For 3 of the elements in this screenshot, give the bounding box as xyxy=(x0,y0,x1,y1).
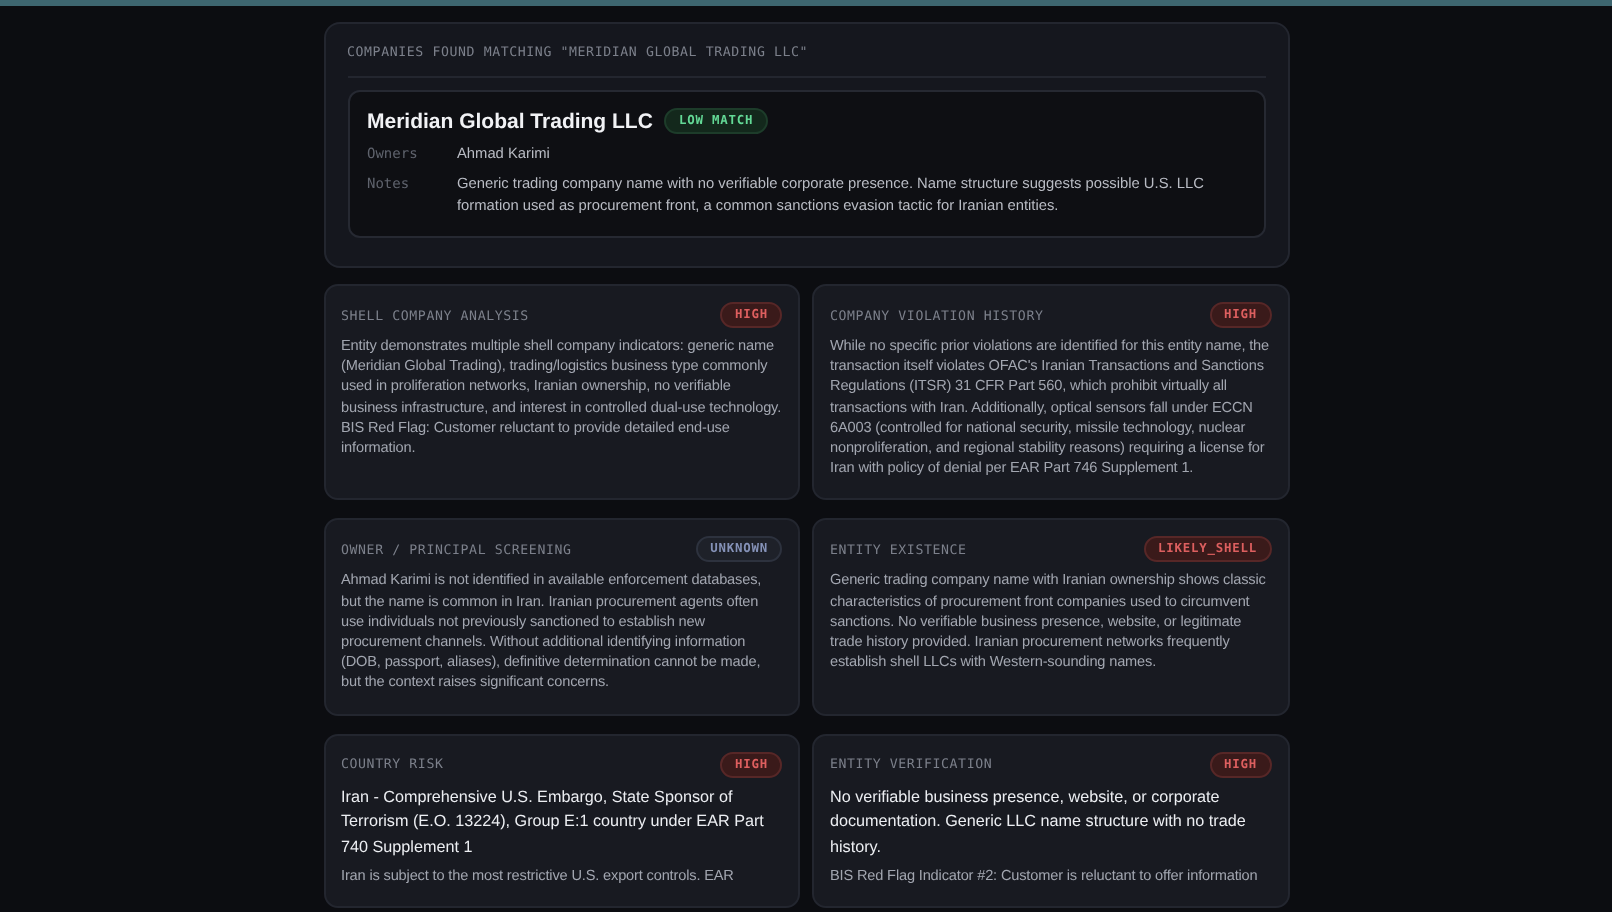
finding-headline: Iran - Comprehensive U.S. Embargo, State Sponsor of Terrorism (E.O. 13224), Group E:1 country under EAR Part 740 Supplement 1 xyxy=(341,785,766,860)
finding-headline: No verifiable business presence, website, or corporate documentation. Generic LLC name structure with no trade history. xyxy=(830,785,1248,860)
company-name: Meridian Global Trading LLC xyxy=(367,109,653,133)
